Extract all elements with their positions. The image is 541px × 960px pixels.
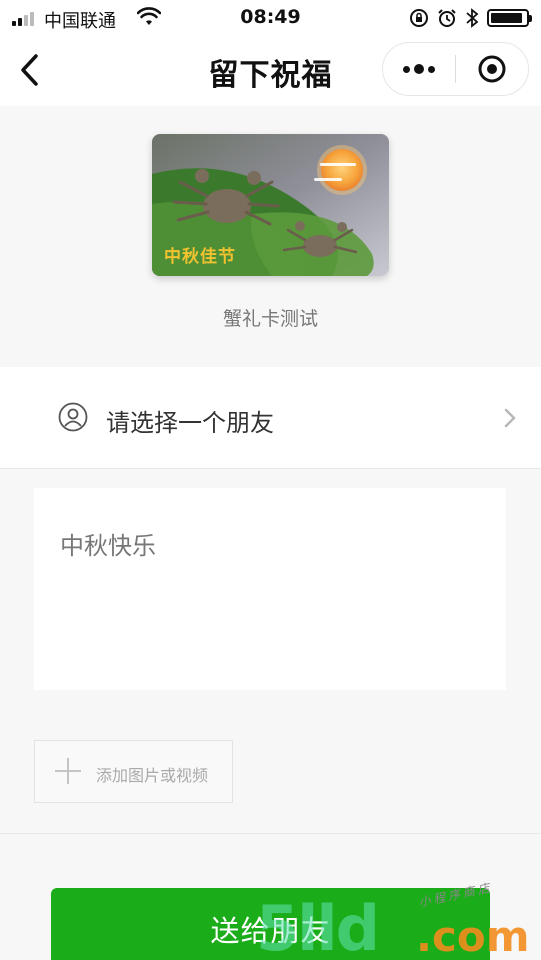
select-friend-label: 请选择一个朋友 <box>106 409 274 437</box>
bluetooth-icon <box>466 8 479 28</box>
alarm-icon <box>438 9 456 27</box>
card-name: 蟹礼卡测试 <box>222 308 318 330</box>
battery-icon <box>487 9 532 27</box>
add-media-button[interactable]: 添加图片或视频 <box>34 740 233 803</box>
miniprogram-capsule <box>382 42 529 96</box>
select-friend-row[interactable]: 请选择一个朋友 <box>0 367 541 469</box>
rotation-lock-icon <box>410 9 428 27</box>
section-divider <box>0 833 541 834</box>
close-miniprogram-button[interactable] <box>456 43 528 95</box>
chevron-right-icon <box>504 408 516 428</box>
blessing-message-input[interactable]: 中秋快乐 <box>34 488 506 690</box>
gift-card-section: 中秋佳节 蟹礼卡测试 <box>0 106 541 366</box>
target-close-icon <box>478 55 506 83</box>
more-menu-button[interactable] <box>383 43 455 95</box>
send-to-friend-button[interactable]: 送给朋友 <box>51 888 490 960</box>
blessing-message-text: 中秋快乐 <box>60 532 156 560</box>
add-media-label: 添加图片或视频 <box>96 766 209 785</box>
navigation-bar: 留下祝福 <box>0 36 541 106</box>
plus-icon <box>55 758 81 784</box>
status-bar: 中国联通 08:49 <box>0 0 541 36</box>
send-button-label: 送给朋友 <box>210 914 331 948</box>
user-icon <box>58 402 88 432</box>
gift-card-image[interactable]: 中秋佳节 <box>152 134 389 276</box>
card-festival-text: 中秋佳节 <box>164 247 236 267</box>
